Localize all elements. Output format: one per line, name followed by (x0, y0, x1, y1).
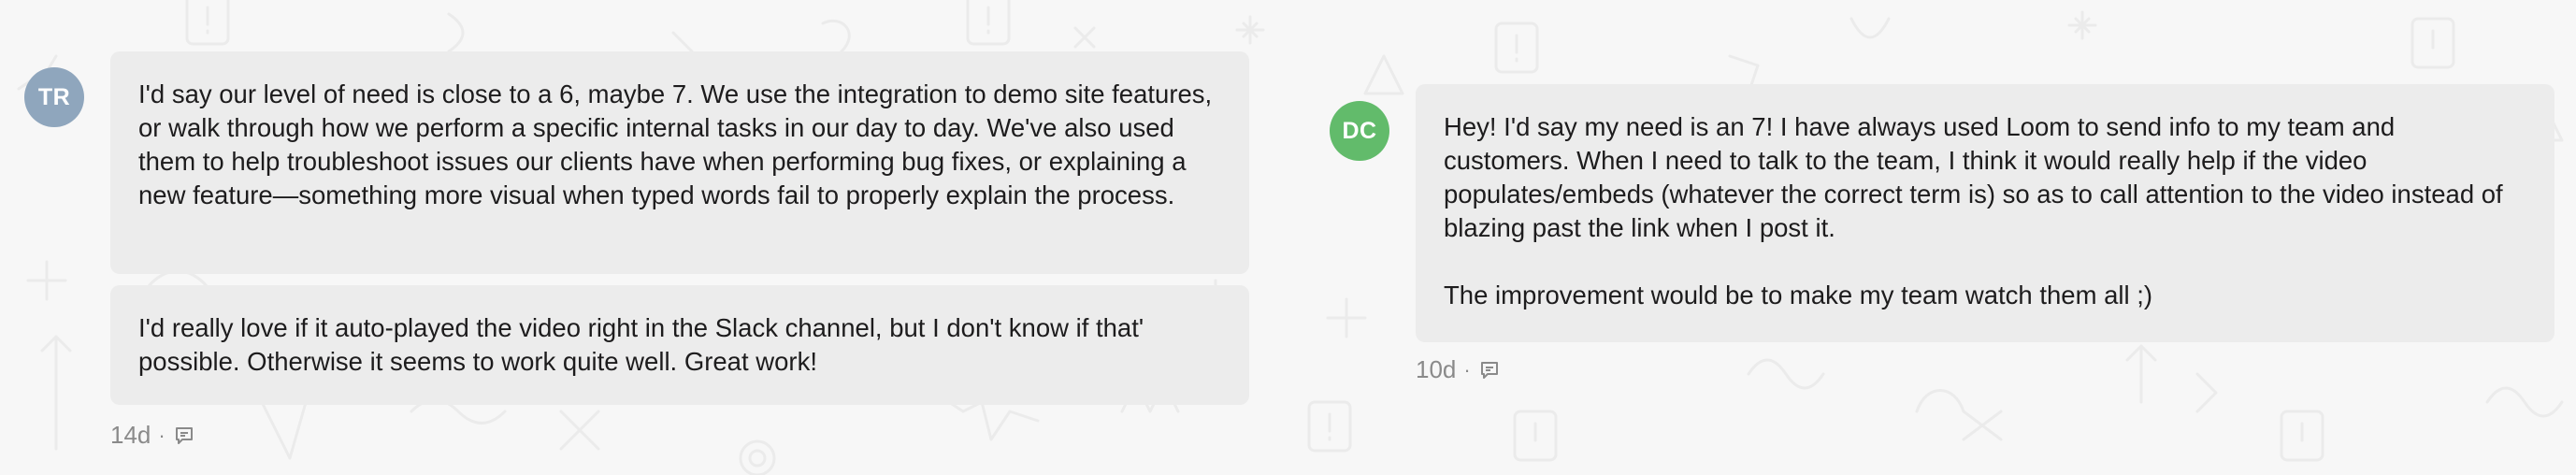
message-meta: 14d · (110, 421, 195, 450)
comment-icon[interactable] (173, 425, 195, 447)
message-text: The improvement would be to make my team… (1444, 281, 2153, 309)
message-bubble: I'd say our level of need is close to a … (110, 51, 1249, 274)
avatar[interactable]: DC (1330, 101, 1389, 161)
message-meta: 10d · (1416, 355, 1501, 384)
message-bubble: I'd really love if it auto-played the vi… (110, 285, 1249, 405)
avatar[interactable]: TR (24, 67, 84, 127)
timestamp: 14d (110, 421, 151, 449)
meta-separator: · (158, 423, 165, 447)
meta-separator: · (1463, 357, 1471, 381)
message-bubble: Hey! I'd say my need is an 7! I have alw… (1416, 84, 2554, 342)
comment-icon[interactable] (1478, 359, 1501, 381)
message-text: I'd really love if it auto-played the vi… (138, 313, 1144, 376)
timestamp: 10d (1416, 355, 1457, 383)
message-text: I'd say our level of need is close to a … (138, 79, 1213, 209)
message-text: Hey! I'd say my need is an 7! I have alw… (1444, 112, 2503, 242)
